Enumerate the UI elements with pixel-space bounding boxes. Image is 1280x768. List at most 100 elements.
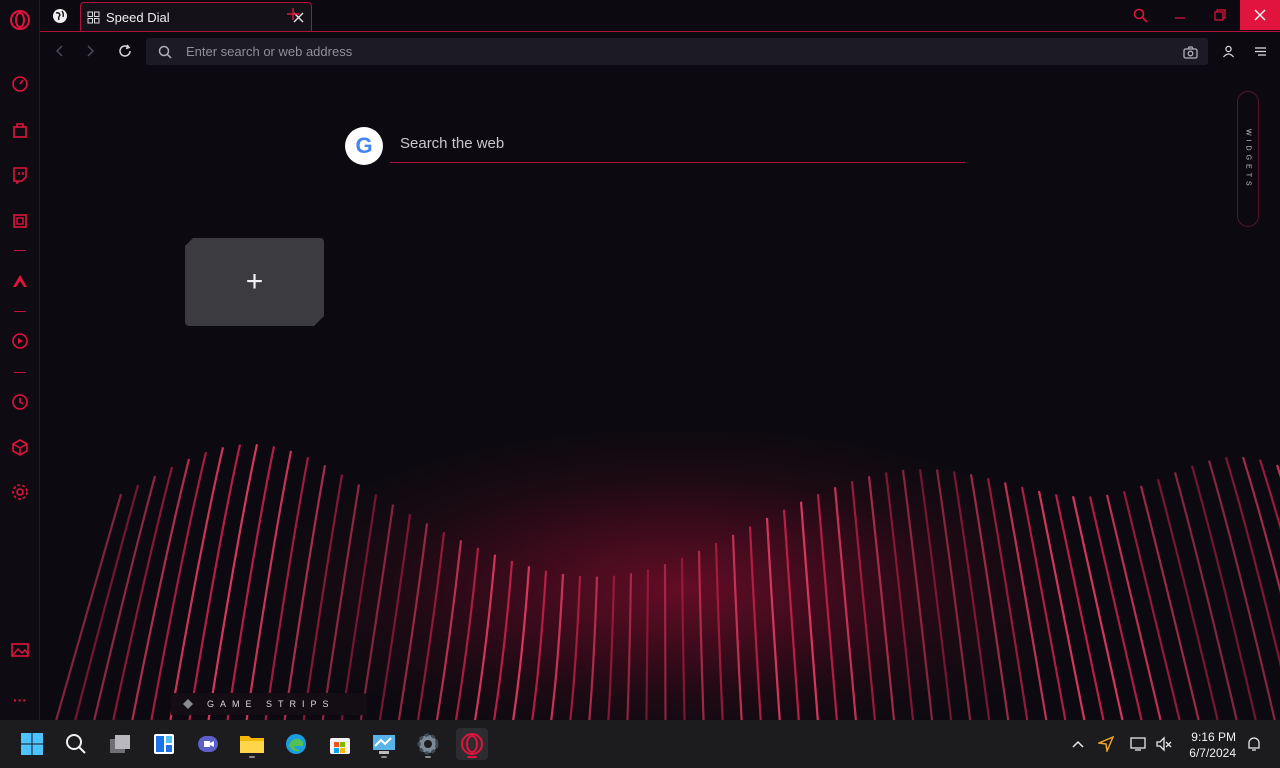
wave-line <box>359 504 395 720</box>
control-panel-button[interactable] <box>368 728 400 760</box>
location-tray-icon[interactable] <box>1096 734 1116 754</box>
windows-taskbar: 9:16 PM 6/7/2024 <box>0 720 1280 768</box>
history-button[interactable] <box>8 390 32 414</box>
widgets-toggle[interactable]: WIDGETS <box>1237 91 1259 227</box>
cpu-chip-icon <box>13 214 27 228</box>
web-search-input[interactable] <box>390 133 965 163</box>
tab-speed-dial[interactable]: Speed Dial <box>80 2 312 31</box>
wave-line <box>378 514 412 720</box>
web-search-box: G <box>345 127 965 173</box>
wave-line <box>607 575 616 720</box>
wave-line <box>569 576 582 720</box>
minimize-button[interactable] <box>1160 0 1200 30</box>
player-button[interactable] <box>8 329 32 353</box>
forward-button[interactable] <box>80 40 102 62</box>
notifications-button[interactable] <box>1244 734 1264 754</box>
wave-line <box>986 477 1029 720</box>
wave-line <box>1020 486 1067 720</box>
minimize-icon <box>1175 17 1185 19</box>
hardware-limiter-button[interactable] <box>8 209 32 233</box>
clock-icon <box>12 394 28 410</box>
gx-corner-button[interactable] <box>8 118 32 142</box>
chevron-right-icon <box>87 45 95 57</box>
search-icon <box>1133 8 1148 23</box>
taskbar-clock[interactable]: 9:16 PM 6/7/2024 <box>1189 729 1236 761</box>
task-view-button[interactable] <box>104 728 136 760</box>
opera-menu-button[interactable] <box>8 8 32 32</box>
wave-line <box>512 566 531 720</box>
add-site-tile[interactable]: + <box>185 238 324 326</box>
menu-lines-icon <box>1254 46 1266 56</box>
game-strips-button[interactable]: GAME STRIPS <box>171 693 367 715</box>
profile-button[interactable] <box>1217 40 1239 62</box>
wave-line <box>1207 460 1276 720</box>
address-toolbar <box>40 31 1280 69</box>
twitch-icon <box>13 167 27 184</box>
easy-setup-button[interactable] <box>1249 40 1271 62</box>
restore-button[interactable] <box>1200 0 1240 30</box>
reload-button[interactable] <box>114 40 136 62</box>
video-chat-icon <box>198 736 218 752</box>
sidebar-more-button[interactable]: ··· <box>8 688 32 712</box>
gear-icon <box>417 733 439 755</box>
wallpaper-button[interactable] <box>8 638 32 662</box>
game-strips-icon <box>183 699 193 709</box>
speed-dial-grid-icon <box>87 11 100 23</box>
wave-line <box>493 560 514 720</box>
start-button[interactable] <box>16 728 48 760</box>
wave-line <box>918 469 953 720</box>
plus-icon <box>287 8 299 20</box>
search-icon <box>66 734 86 754</box>
wave-line <box>473 554 497 720</box>
address-bar[interactable] <box>146 38 1208 65</box>
active-indicator <box>467 756 477 758</box>
location-arrow-icon <box>1098 736 1114 752</box>
wave-line <box>74 484 140 720</box>
wave-line <box>531 570 548 720</box>
settings-button[interactable] <box>8 480 32 504</box>
new-tab-button[interactable] <box>283 4 303 24</box>
aria-ai-button[interactable] <box>8 269 32 293</box>
twitch-button[interactable] <box>8 163 32 187</box>
google-logo-icon: G <box>345 127 383 165</box>
extensions-button[interactable] <box>8 435 32 459</box>
gx-control-button[interactable] <box>8 72 32 96</box>
aria-icon <box>13 275 27 287</box>
reload-icon <box>119 44 131 57</box>
opera-gx-window: ··· Speed Dial Enter search or web addre… <box>0 0 1280 720</box>
wave-line <box>131 458 191 720</box>
taskbar-search-button[interactable] <box>60 728 92 760</box>
wave-line <box>782 509 800 720</box>
close-window-button[interactable] <box>1240 0 1280 30</box>
teams-button[interactable] <box>192 728 224 760</box>
wave-line <box>321 484 361 720</box>
address-input[interactable] <box>186 44 1086 59</box>
show-hidden-icons-button[interactable] <box>1068 734 1088 754</box>
wave-line <box>969 474 1010 720</box>
workspace-button[interactable] <box>48 4 72 28</box>
settings-app-button[interactable] <box>412 728 444 760</box>
file-explorer-button[interactable] <box>236 728 268 760</box>
camera-icon <box>1182 45 1198 59</box>
snapshot-button[interactable] <box>1180 42 1200 62</box>
wave-line <box>645 569 650 720</box>
opera-gx-taskbar-button[interactable] <box>456 728 488 760</box>
edge-button[interactable] <box>280 728 312 760</box>
tab-search-button[interactable] <box>1120 0 1160 30</box>
tab-label: Speed Dial <box>106 9 170 25</box>
wave-line <box>1190 465 1257 720</box>
microsoft-store-button[interactable] <box>324 728 356 760</box>
wave-line <box>626 573 633 720</box>
network-tray-icon[interactable] <box>1128 734 1148 754</box>
edge-browser-icon <box>286 734 306 754</box>
volume-tray-icon[interactable] <box>1154 734 1174 754</box>
widgets-label: WIDGETS <box>1244 128 1252 190</box>
back-button[interactable] <box>48 40 70 62</box>
widgets-button[interactable] <box>148 728 180 760</box>
chevron-up-icon <box>1072 740 1084 748</box>
gear-icon <box>12 484 28 500</box>
chevron-left-icon <box>55 45 63 57</box>
speed-dial-page: G + WIDGETS GAME STRIPS <box>41 69 1280 720</box>
opera-logo-icon <box>10 10 30 30</box>
wave-line <box>952 471 991 720</box>
